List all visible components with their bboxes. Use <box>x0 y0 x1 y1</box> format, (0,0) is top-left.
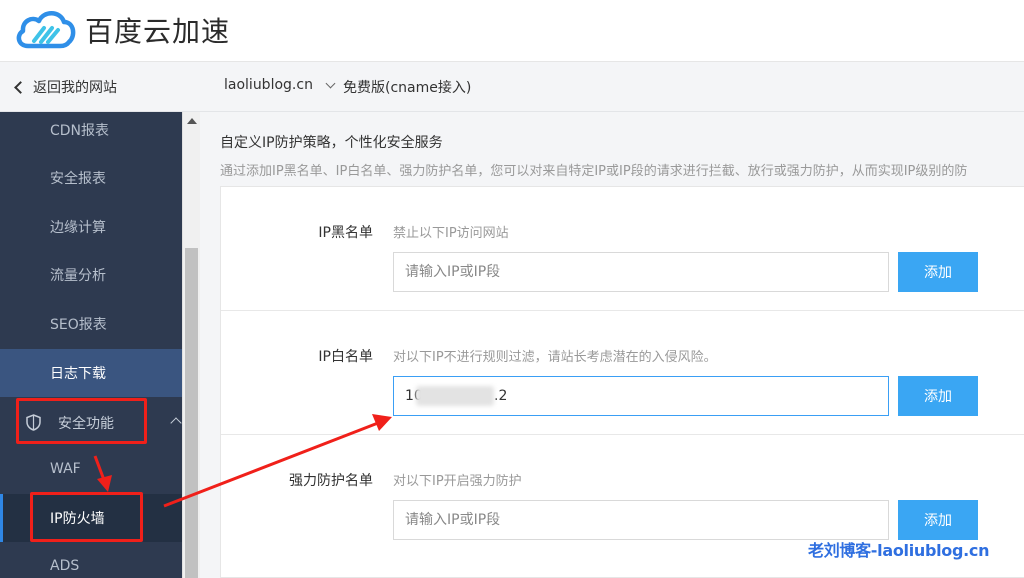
sidebar-item-label: 日志下载 <box>50 366 106 382</box>
section-hint: 对以下IP不进行规则过滤，请站长考虑潜在的入侵风险。 <box>393 350 717 365</box>
annotation-box-ip-firewall <box>30 492 143 542</box>
ip-list-panel: IP黑名单 禁止以下IP访问网站 添加 IP白名单 对以下IP不进行规则过滤，请… <box>220 186 1024 578</box>
page-title: 自定义IP防护策略，个性化安全服务 <box>220 135 443 151</box>
brand-title: 百度云加速 <box>85 15 231 48</box>
section-hint: 禁止以下IP访问网站 <box>393 226 509 241</box>
sidebar-item-waf[interactable]: WAF <box>0 445 182 493</box>
section-label: IP黑名单 <box>318 225 373 241</box>
blacklist-section: IP黑名单 禁止以下IP访问网站 添加 <box>221 187 1024 311</box>
sidebar-item-label: 安全报表 <box>50 171 106 187</box>
back-label: 返回我的网站 <box>33 80 117 96</box>
sidebar-item-label: CDN报表 <box>50 123 110 139</box>
sub-header: 返回我的网站 laoliublog.cn 免费版(cname接入) <box>0 62 1024 112</box>
back-to-sites-link[interactable]: 返回我的网站 <box>14 77 117 97</box>
section-hint: 对以下IP开启强力防护 <box>393 474 522 489</box>
domain-selector[interactable]: laoliublog.cn <box>224 77 336 93</box>
sidebar-item-label: SEO报表 <box>50 317 107 333</box>
sidebar-item-label: 边缘计算 <box>50 220 106 236</box>
sidebar-item-cdn-report[interactable]: CDN报表 <box>0 106 182 154</box>
plan-label: 免费版(cname接入) <box>343 80 472 96</box>
sidebar-item-security-report[interactable]: 安全报表 <box>0 154 182 202</box>
watermark-text: 老刘博客-laoliublog.cn <box>808 541 990 560</box>
top-header: 百度云加速 <box>0 0 1024 62</box>
cloud-logo-icon[interactable] <box>14 8 76 50</box>
whitelist-add-button[interactable]: 添加 <box>898 376 978 416</box>
chevron-up-icon <box>170 417 182 429</box>
annotation-box-security <box>16 398 147 444</box>
main-content: 自定义IP防护策略，个性化安全服务 通过添加IP黑名单、IP白名单、强力防护名单… <box>200 112 1024 578</box>
section-label: IP白名单 <box>318 349 373 365</box>
section-label: 强力防护名单 <box>289 473 373 489</box>
sidebar-scrollbar[interactable] <box>182 112 200 578</box>
sidebar-item-traffic-analysis[interactable]: 流量分析 <box>0 251 182 299</box>
page-description: 通过添加IP黑名单、IP白名单、强力防护名单，您可以对来自特定IP或IP段的请求… <box>220 164 968 179</box>
sidebar-item-label: 流量分析 <box>50 268 106 284</box>
scrollbar-thumb[interactable] <box>185 248 198 578</box>
chevron-left-icon <box>14 81 27 94</box>
blacklist-add-button[interactable]: 添加 <box>898 252 978 292</box>
sidebar-item-log-download[interactable]: 日志下载 <box>0 349 182 397</box>
sidebar-item-label: ADS <box>50 558 80 574</box>
sidebar-item-ads[interactable]: ADS <box>0 542 182 578</box>
redacted-ip-blur <box>416 386 494 406</box>
sidebar-item-edge-computing[interactable]: 边缘计算 <box>0 203 182 251</box>
scroll-up-arrow-icon[interactable] <box>187 118 197 124</box>
strong-protection-add-button[interactable]: 添加 <box>898 500 978 540</box>
strong-protection-ip-input[interactable] <box>393 500 889 540</box>
whitelist-section: IP白名单 对以下IP不进行规则过滤，请站长考虑潜在的入侵风险。 添加 <box>221 311 1024 435</box>
sidebar-item-label: WAF <box>50 461 81 477</box>
page: 百度云加速 返回我的网站 laoliublog.cn 免费版(cname接入) … <box>0 0 1024 578</box>
blacklist-ip-input[interactable] <box>393 252 889 292</box>
sidebar-item-seo-report[interactable]: SEO报表 <box>0 300 182 348</box>
domain-label: laoliublog.cn <box>224 77 313 93</box>
chevron-down-icon <box>325 78 336 88</box>
